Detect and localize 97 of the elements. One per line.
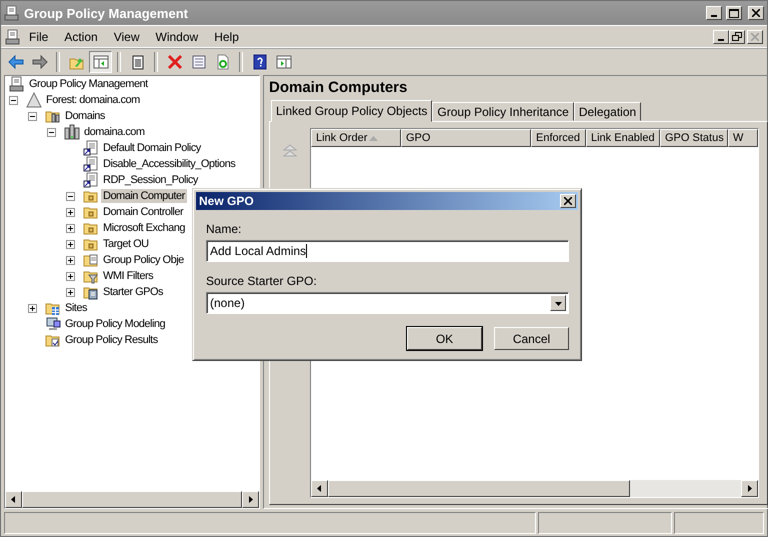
minimize-button[interactable]: [713, 30, 729, 44]
tree-item[interactable]: Sites: [63, 301, 89, 315]
expand-toggle[interactable]: [66, 272, 75, 280]
expand-toggle[interactable]: [28, 304, 37, 312]
tree-item[interactable]: Target OU: [101, 237, 151, 251]
forward-arrow-icon: [32, 54, 48, 70]
minimize-icon: [718, 38, 724, 40]
tree-item[interactable]: Group Policy Management: [27, 77, 150, 91]
tree-item[interactable]: Domain Computer: [101, 189, 187, 203]
document-icon: [83, 140, 99, 156]
column-header[interactable]: Enforced: [531, 129, 586, 147]
tree-item[interactable]: Forest: domaina.com: [44, 93, 142, 107]
menu-item[interactable]: Help: [206, 30, 247, 44]
dialog-title: New GPO: [199, 194, 255, 208]
right-arrow-icon: [247, 496, 254, 503]
expand-toggle[interactable]: [66, 240, 75, 248]
help-icon: [252, 54, 268, 70]
tree-item[interactable]: RDP_Session_Policy: [101, 173, 200, 187]
tree-item[interactable]: Disable_Accessibility_Options: [101, 157, 238, 171]
console-icon: [4, 5, 20, 21]
field-label: Name:: [206, 222, 242, 237]
horizontal-scrollbar[interactable]: [5, 491, 259, 508]
column-header[interactable]: Link Order: [311, 129, 401, 147]
pane-heading: Domain Computers: [269, 79, 408, 98]
expand-toggle[interactable]: [66, 192, 75, 200]
maximize-icon: [729, 8, 739, 18]
close-button[interactable]: [747, 30, 763, 44]
menu-item[interactable]: Window: [148, 30, 206, 44]
restore-button[interactable]: [729, 30, 745, 44]
scroll-right-button[interactable]: [741, 480, 758, 497]
scroll-left-button[interactable]: [311, 480, 328, 497]
maximize-button[interactable]: [726, 6, 742, 20]
column-header[interactable]: W: [728, 129, 758, 147]
dialog-button[interactable]: Cancel: [494, 327, 569, 350]
document-icon: [83, 172, 99, 188]
close-icon: [564, 197, 572, 205]
server-icon: [64, 124, 80, 140]
starter-gpo-dropdown[interactable]: (none): [206, 292, 569, 314]
folder-icon: [83, 252, 99, 268]
tree-item[interactable]: Default Domain Policy: [101, 141, 203, 155]
restore-icon: [732, 32, 742, 41]
column-header[interactable]: GPO Status: [660, 129, 728, 147]
tab[interactable]: Group Policy Inheritance: [432, 102, 574, 121]
close-button[interactable]: [748, 6, 764, 20]
sort-arrow-icon: [369, 136, 378, 141]
document-icon: [83, 156, 99, 172]
dialog-button[interactable]: OK: [407, 327, 482, 350]
tree-item[interactable]: Group Policy Results: [63, 333, 160, 347]
menu-item[interactable]: Action: [56, 30, 106, 44]
expand-toggle[interactable]: [66, 224, 75, 232]
expand-toggle[interactable]: [47, 128, 56, 136]
minimize-icon: [711, 15, 717, 17]
close-button[interactable]: [560, 194, 576, 208]
tree-item[interactable]: Starter GPOs: [101, 285, 166, 299]
tab[interactable]: Delegation: [574, 102, 642, 121]
minimize-button[interactable]: [706, 6, 722, 20]
expand-toggle[interactable]: [66, 288, 75, 296]
dropdown-button[interactable]: [550, 295, 566, 311]
scroll-left-button[interactable]: [5, 491, 22, 508]
delete-icon: [166, 54, 182, 70]
dropdown-arrow-icon: [554, 300, 562, 306]
tree-item[interactable]: domaina.com: [82, 125, 147, 139]
horizontal-scrollbar[interactable]: [311, 480, 758, 497]
properties-icon: [190, 54, 206, 70]
tree-item[interactable]: Microsoft Exchang: [101, 221, 187, 235]
console-tree-icon: [92, 54, 108, 70]
field-label: Source Starter GPO:: [206, 274, 318, 289]
tree-item[interactable]: Group Policy Modeling: [63, 317, 168, 331]
clipboard-icon: [130, 54, 146, 70]
close-icon: [752, 9, 760, 17]
computer-icon: [45, 316, 61, 332]
left-arrow-icon: [316, 485, 323, 492]
expand-toggle[interactable]: [28, 112, 37, 120]
console-icon: [5, 28, 21, 44]
scroll-right-button[interactable]: [242, 491, 259, 508]
tree-item[interactable]: Group Policy Obje: [101, 253, 186, 267]
expand-toggle[interactable]: [66, 256, 75, 264]
window-title: Group Policy Management: [24, 6, 189, 20]
expand-toggle[interactable]: [66, 208, 75, 216]
action-pane-icon: [276, 54, 292, 70]
menu-item[interactable]: View: [106, 30, 148, 44]
toolbar-button[interactable]: [89, 51, 112, 73]
right-arrow-icon: [746, 485, 753, 492]
tree-item[interactable]: Domain Controller: [101, 205, 186, 219]
tree-item[interactable]: WMI Filters: [101, 269, 156, 283]
tab[interactable]: Linked Group Policy Objects: [271, 100, 432, 122]
refresh-icon: [214, 54, 230, 70]
expand-toggle[interactable]: [9, 96, 18, 104]
tree-item[interactable]: Domains: [63, 109, 107, 123]
triangle-icon: [26, 92, 42, 108]
menu-item[interactable]: File: [21, 30, 56, 44]
column-header[interactable]: GPO: [401, 129, 531, 147]
left-arrow-icon: [10, 496, 17, 503]
name-field[interactable]: Add Local Admins: [206, 240, 569, 262]
close-icon: [751, 32, 759, 40]
column-header[interactable]: Link Enabled: [586, 129, 660, 147]
back-arrow-icon: [8, 54, 24, 70]
